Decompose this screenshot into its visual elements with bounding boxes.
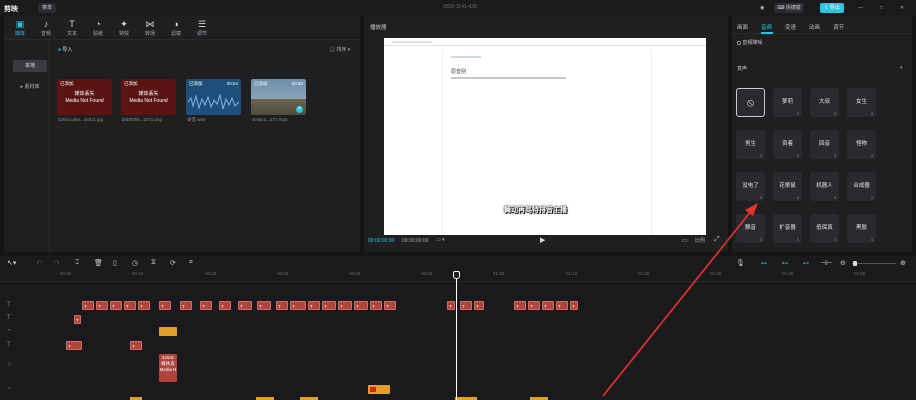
annotation-arrow	[602, 203, 758, 397]
